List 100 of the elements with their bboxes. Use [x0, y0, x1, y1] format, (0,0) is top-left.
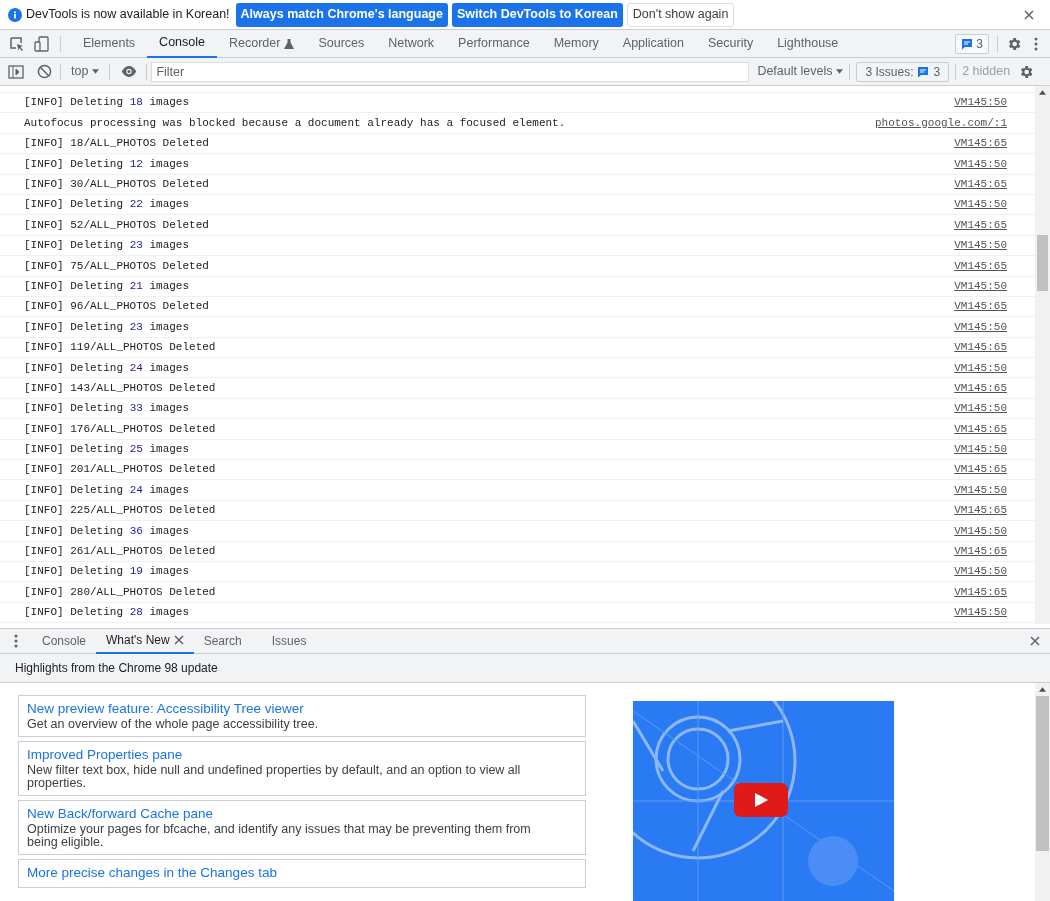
- feature-title[interactable]: New preview feature: Accessibility Tree viewer: [27, 700, 577, 718]
- scrollbar-thumb[interactable]: [1036, 696, 1049, 851]
- console-message: [INFO] Deleting 18 images: [24, 95, 190, 111]
- feature-title[interactable]: New Back/forward Cache pane: [27, 805, 577, 823]
- source-link[interactable]: VM145:65: [954, 257, 1007, 275]
- console-message: [INFO] Deleting 23 images: [24, 238, 190, 254]
- infobar-button[interactable]: Don't show again: [626, 2, 735, 27]
- source-link[interactable]: VM145:50: [954, 441, 1007, 458]
- source-link[interactable]: VM145:65: [954, 420, 1007, 438]
- issues-badge[interactable]: 3: [955, 33, 989, 54]
- console-message: [INFO] 96/ALL_PHOTOS Deleted: [24, 299, 209, 315]
- device-toggle-icon[interactable]: [34, 35, 50, 52]
- close-icon[interactable]: [173, 635, 184, 645]
- panel-tab[interactable]: Lighthouse: [765, 29, 851, 58]
- message-icon: [917, 65, 930, 78]
- source-link[interactable]: VM145:50: [954, 237, 1007, 254]
- source-link[interactable]: VM145:65: [954, 583, 1007, 601]
- console-message: [INFO] Deleting 23 images: [24, 319, 190, 335]
- more-icon[interactable]: [1034, 36, 1038, 51]
- panel-tab[interactable]: Application: [610, 29, 696, 58]
- source-link[interactable]: VM145:65: [954, 461, 1007, 478]
- source-link[interactable]: VM145:65: [954, 339, 1007, 356]
- source-link[interactable]: VM145:65: [954, 216, 1007, 234]
- infobar-message: DevTools is now available in Korean!: [26, 6, 230, 24]
- feature-title[interactable]: More precise changes in the Changes tab: [27, 864, 577, 882]
- feature-card[interactable]: New Back/forward Cache pane Optimize your pages for bfcache, and identify any issues that may be preventing them from being eligible.: [18, 800, 586, 855]
- console-message: [INFO] Deleting 21 images: [24, 278, 190, 294]
- source-link[interactable]: photos.google.com/:1: [874, 114, 1007, 132]
- scrollbar[interactable]: [1035, 683, 1050, 901]
- close-icon[interactable]: [1024, 9, 1034, 20]
- panel-tab[interactable]: Sources: [306, 29, 377, 58]
- source-link[interactable]: VM145:50: [954, 94, 1007, 111]
- panel-tab[interactable]: Performance: [446, 29, 542, 58]
- source-link[interactable]: VM145:65: [954, 176, 1007, 193]
- source-link[interactable]: VM145:50: [954, 522, 1007, 540]
- source-link[interactable]: VM145:50: [954, 400, 1007, 417]
- feature-description: New filter text box, hide null and undefined properties by default, and an option to view all properties.: [27, 764, 522, 790]
- console-message: [INFO] 52/ALL_PHOTOS Deleted: [24, 217, 209, 233]
- context-dropdown[interactable]: top: [67, 62, 104, 81]
- panel-tab[interactable]: Memory: [541, 29, 611, 58]
- source-link[interactable]: VM145:50: [954, 481, 1007, 499]
- feature-description: Optimize your pages for bfcache, and identify any issues that may be preventing them from being eligible.: [27, 823, 532, 849]
- source-link[interactable]: VM145:50: [954, 318, 1007, 336]
- scroll-up-icon[interactable]: [1039, 90, 1046, 95]
- filter-field[interactable]: Filter: [151, 61, 750, 82]
- infobar-button[interactable]: Switch DevTools to Korean: [451, 2, 623, 27]
- clear-icon[interactable]: [37, 64, 52, 79]
- source-link[interactable]: VM145:50: [954, 604, 1007, 621]
- source-link[interactable]: VM145:65: [954, 298, 1007, 315]
- inspect-icon[interactable]: [9, 35, 25, 52]
- scroll-up-icon[interactable]: [1039, 687, 1046, 692]
- feature-card[interactable]: More precise changes in the Changes tab: [18, 859, 586, 888]
- issues-button[interactable]: 3 Issues: 3: [856, 61, 950, 82]
- panel-tab[interactable]: Elements: [71, 29, 148, 58]
- panel-tab[interactable]: Recorder: [217, 29, 307, 58]
- source-link[interactable]: VM145:50: [954, 359, 1007, 376]
- source-link[interactable]: VM145:65: [954, 379, 1007, 397]
- source-link[interactable]: VM145:50: [954, 196, 1007, 213]
- eye-icon[interactable]: [120, 65, 139, 78]
- scrollbar-thumb[interactable]: [1037, 235, 1048, 291]
- feature-description: Get an overview of the whole page accessibility tree.: [27, 718, 320, 731]
- infobar-button[interactable]: Always match Chrome's language: [235, 2, 448, 27]
- drawer-tab[interactable]: Console: [32, 628, 97, 654]
- console-message: [INFO] Deleting 12 images: [24, 156, 190, 172]
- drawer-tab[interactable]: Issues: [261, 628, 317, 654]
- levels-dropdown[interactable]: Default levels: [757, 62, 844, 81]
- drawer-menu-icon[interactable]: [14, 634, 18, 648]
- drawer-tab[interactable]: Search: [193, 628, 252, 654]
- feature-title[interactable]: Improved Properties pane: [27, 746, 577, 764]
- source-link[interactable]: VM145:65: [954, 543, 1007, 560]
- whats-new-heading: Highlights from the Chrome 98 update: [15, 660, 218, 677]
- console-message: [INFO] 201/ALL_PHOTOS Deleted: [24, 462, 216, 478]
- issues-count: 3: [976, 35, 983, 53]
- source-link[interactable]: VM145:50: [954, 155, 1007, 173]
- info-icon: [8, 7, 22, 22]
- console-message: [INFO] 18/ALL_PHOTOS Deleted: [24, 136, 209, 152]
- message-icon: [961, 37, 974, 50]
- sidebar-toggle-icon[interactable]: [8, 63, 24, 80]
- source-link[interactable]: VM145:65: [954, 135, 1007, 152]
- settings-icon[interactable]: [1018, 63, 1035, 80]
- scrollbar[interactable]: [1035, 86, 1050, 624]
- console-message: [INFO] 30/ALL_PHOTOS Deleted: [24, 177, 209, 192]
- console-message: [INFO] Deleting 24 images: [24, 360, 190, 376]
- source-link[interactable]: VM145:50: [954, 563, 1007, 580]
- caret-icon: [836, 69, 844, 74]
- close-drawer-icon[interactable]: [1030, 636, 1040, 646]
- console-message: [INFO] Deleting 24 images: [24, 482, 190, 498]
- settings-icon[interactable]: [1006, 35, 1022, 52]
- console-message: [INFO] 225/ALL_PHOTOS Deleted: [24, 503, 216, 519]
- console-message: [INFO] Deleting 25 images: [24, 442, 190, 458]
- panel-tab[interactable]: Network: [376, 29, 447, 58]
- console-message: [INFO] Deleting 22 images: [24, 197, 190, 213]
- source-link[interactable]: VM145:50: [954, 277, 1007, 295]
- source-link[interactable]: VM145:65: [954, 502, 1007, 519]
- feature-card[interactable]: Improved Properties pane New filter text box, hide null and undefined properties by default, and an option to view all properties.: [18, 741, 586, 796]
- panel-tab[interactable]: Security: [696, 29, 766, 58]
- play-icon[interactable]: [734, 783, 788, 817]
- console-message: Autofocus processing was blocked because a document already has a focused element.: [24, 115, 566, 131]
- console-message: [INFO] 143/ALL_PHOTOS Deleted: [24, 380, 216, 396]
- feature-card[interactable]: New preview feature: Accessibility Tree viewer Get an overview of the whole page accessibility tree.: [18, 695, 586, 737]
